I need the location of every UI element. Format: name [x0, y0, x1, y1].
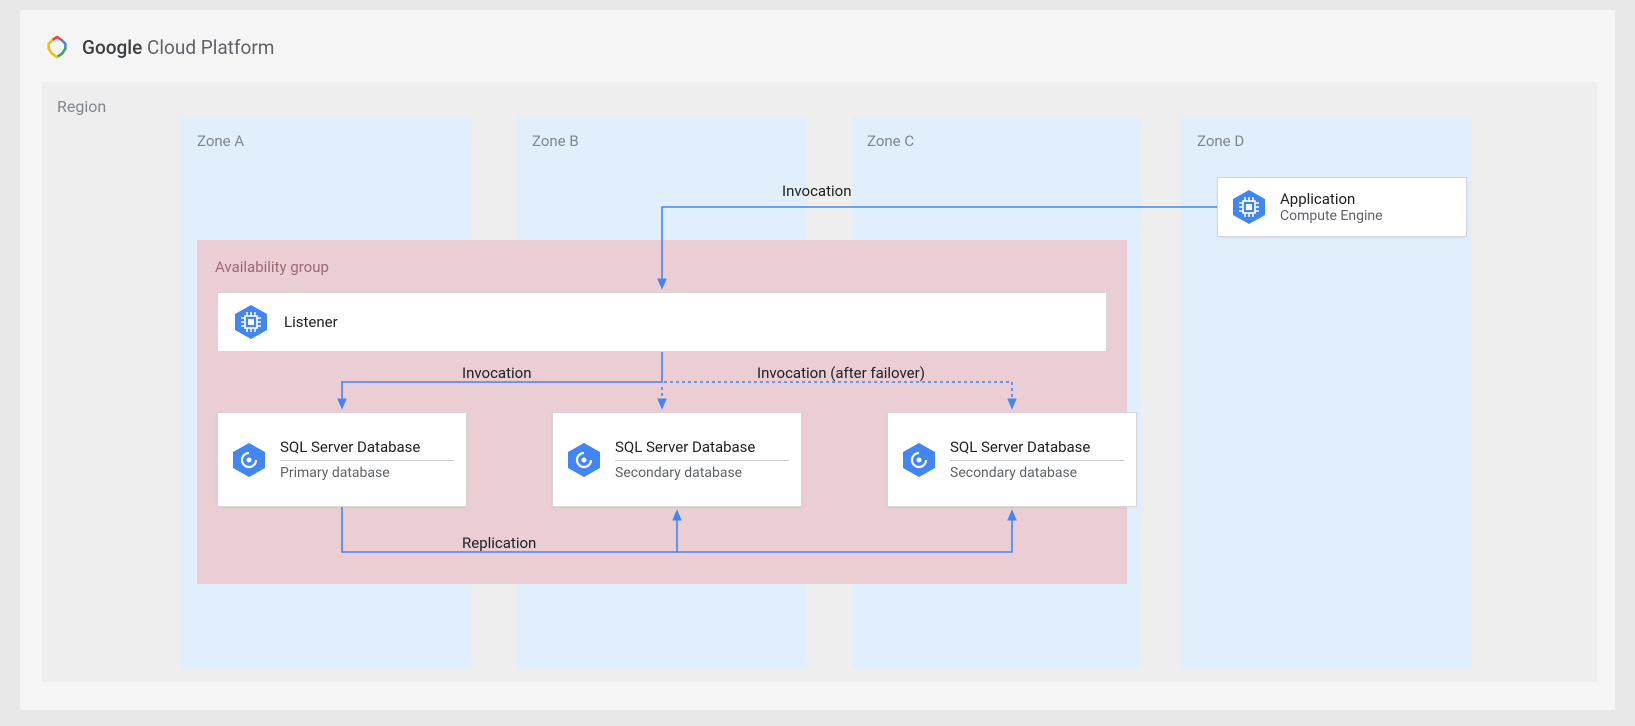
db-b-title: SQL Server Database — [615, 438, 789, 456]
database-node-b: SQL Server Database Secondary database — [552, 412, 802, 507]
region-label: Region — [57, 97, 106, 116]
listener-node: Listener — [217, 292, 1107, 352]
gcp-logo-icon — [42, 32, 72, 62]
cloud-sql-icon — [900, 441, 938, 479]
edge-label-invocation-app: Invocation — [782, 182, 851, 200]
database-node-a: SQL Server Database Primary database — [217, 412, 467, 507]
compute-engine-icon — [232, 303, 270, 341]
gcp-logo-header: Google Cloud Platform — [42, 32, 274, 62]
application-node: Application Compute Engine — [1217, 177, 1467, 237]
db-a-title: SQL Server Database — [280, 438, 454, 456]
app-title: Application — [1280, 190, 1454, 208]
database-node-c: SQL Server Database Secondary database — [887, 412, 1137, 507]
availability-group-label: Availability group — [215, 258, 329, 276]
zone-c-label: Zone C — [867, 132, 914, 150]
region-container: Region Zone A Zone B Zone C Zone D Avail… — [42, 82, 1597, 682]
cloud-sql-icon — [565, 441, 603, 479]
db-a-role: Primary database — [280, 465, 454, 481]
zone-d-label: Zone D — [1197, 132, 1244, 150]
app-sub: Compute Engine — [1280, 208, 1454, 224]
edge-label-invocation-listener: Invocation — [462, 364, 531, 382]
cloud-sql-icon — [230, 441, 268, 479]
zone-a-label: Zone A — [197, 132, 244, 150]
edge-label-invocation-failover: Invocation (after failover) — [757, 364, 925, 382]
db-c-title: SQL Server Database — [950, 438, 1124, 456]
db-c-role: Secondary database — [950, 465, 1124, 481]
listener-title: Listener — [284, 313, 338, 331]
compute-engine-icon — [1230, 188, 1268, 226]
gcp-logo-text: Google Cloud Platform — [82, 36, 274, 59]
zone-b-label: Zone B — [532, 132, 579, 150]
edge-label-replication: Replication — [462, 534, 536, 552]
db-b-role: Secondary database — [615, 465, 789, 481]
diagram-canvas: Google Cloud Platform Region Zone A Zone… — [20, 10, 1615, 710]
